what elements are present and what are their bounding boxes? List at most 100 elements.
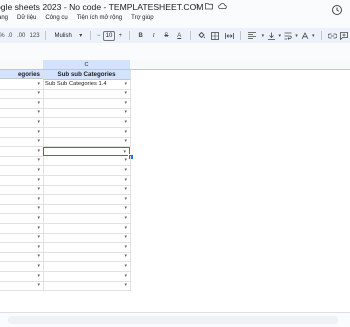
increase-decimal-button[interactable]: .00 xyxy=(15,29,28,42)
dropdown-arrow-icon[interactable]: ▾ xyxy=(37,272,40,281)
dropdown-arrow-icon[interactable]: ▾ xyxy=(124,272,127,281)
dropdown-cell-c[interactable]: ▾ xyxy=(43,137,131,148)
dropdown-arrow-icon[interactable]: ▾ xyxy=(37,147,40,156)
chevron-down-icon[interactable]: ▾ xyxy=(259,29,267,42)
dropdown-cell-b[interactable]: ▾ xyxy=(0,89,44,100)
dropdown-arrow-icon[interactable]: ▾ xyxy=(37,214,40,223)
font-family-select[interactable]: Mulish xyxy=(50,29,75,42)
dropdown-cell-c[interactable]: ▾ xyxy=(43,98,131,109)
dropdown-arrow-icon[interactable]: ▾ xyxy=(124,214,127,223)
chevron-down-icon[interactable]: ▾ xyxy=(76,29,86,42)
dropdown-arrow-icon[interactable]: ▾ xyxy=(124,128,127,137)
dropdown-cell-c[interactable]: ▾ xyxy=(43,223,131,234)
bold-button[interactable]: B xyxy=(134,29,147,42)
dropdown-cell-c[interactable]: ▾ xyxy=(43,108,131,119)
dropdown-cell-b[interactable]: ▾ xyxy=(0,79,44,90)
dropdown-arrow-icon[interactable]: ▾ xyxy=(124,243,127,252)
dropdown-cell-c[interactable]: ▾ xyxy=(43,185,131,196)
dropdown-arrow-icon[interactable]: ▾ xyxy=(37,80,40,89)
dropdown-arrow-icon[interactable]: ▾ xyxy=(37,224,40,233)
dropdown-cell-c[interactable]: ▾ xyxy=(43,156,131,167)
dropdown-cell-c[interactable]: ▾ xyxy=(43,146,130,156)
dropdown-arrow-icon[interactable]: ▾ xyxy=(124,281,127,290)
dropdown-cell-b[interactable]: ▾ xyxy=(0,146,44,157)
dropdown-arrow-icon[interactable]: ▾ xyxy=(37,281,40,290)
horizontal-scrollbar[interactable] xyxy=(8,316,338,324)
vertical-align-icon[interactable] xyxy=(267,29,276,42)
menu-item-help[interactable]: Trợ giúp xyxy=(131,15,153,25)
dropdown-cell-c[interactable]: ▾ xyxy=(43,194,131,205)
italic-button[interactable]: I xyxy=(147,29,160,42)
dropdown-cell-b[interactable]: ▾ xyxy=(0,166,44,176)
dropdown-cell-b[interactable]: ▾ xyxy=(0,204,44,215)
dropdown-arrow-icon[interactable]: ▾ xyxy=(37,185,40,194)
dropdown-cell-c[interactable]: ▾ xyxy=(43,252,131,263)
font-size-increase-button[interactable]: + xyxy=(115,29,125,42)
dropdown-arrow-icon[interactable]: ▾ xyxy=(37,166,40,175)
menu-item-data[interactable]: Dữ liệu xyxy=(17,15,36,25)
dropdown-cell-c[interactable]: ▾ xyxy=(43,204,131,215)
dropdown-arrow-icon[interactable]: ▾ xyxy=(37,99,40,108)
text-wrap-icon[interactable] xyxy=(284,29,293,42)
dropdown-arrow-icon[interactable]: ▾ xyxy=(124,185,127,194)
dropdown-cell-c[interactable]: ▾ xyxy=(43,118,131,128)
header-cell-categories[interactable]: egories xyxy=(0,70,43,79)
cloud-status-icon[interactable] xyxy=(218,2,227,12)
dropdown-cell-b[interactable]: ▾ xyxy=(0,262,44,272)
dropdown-arrow-icon[interactable]: ▾ xyxy=(124,233,127,242)
dropdown-cell-b[interactable]: ▾ xyxy=(0,108,44,119)
dropdown-arrow-icon[interactable]: ▾ xyxy=(124,99,127,108)
insert-link-icon[interactable] xyxy=(326,29,338,42)
chevron-down-icon[interactable]: ▾ xyxy=(276,29,284,42)
dropdown-cell-b[interactable]: ▾ xyxy=(0,137,44,148)
font-size-input[interactable]: 10 xyxy=(102,30,116,41)
header-cell-sub-sub-categories[interactable]: Sub sub Categories xyxy=(43,70,131,80)
dropdown-cell-b[interactable]: ▾ xyxy=(0,98,44,109)
column-header-c[interactable]: C xyxy=(43,60,131,70)
dropdown-cell-c[interactable]: ▾ xyxy=(43,166,131,176)
menu-item-format[interactable]: ạng xyxy=(0,15,8,25)
dropdown-arrow-icon[interactable]: ▾ xyxy=(37,156,40,165)
strikethrough-button[interactable]: S xyxy=(160,29,173,42)
dropdown-cell-c[interactable]: ▾ xyxy=(43,89,131,100)
move-folder-icon[interactable] xyxy=(205,2,214,12)
dropdown-arrow-icon[interactable]: ▾ xyxy=(37,128,40,137)
dropdown-arrow-icon[interactable]: ▾ xyxy=(124,252,127,261)
dropdown-arrow-icon[interactable]: ▾ xyxy=(37,176,40,185)
text-rotation-icon[interactable] xyxy=(300,29,309,42)
dropdown-cell-b[interactable]: ▾ xyxy=(0,271,44,282)
dropdown-cell-b[interactable]: ▾ xyxy=(0,127,44,138)
dropdown-cell-b[interactable]: ▾ xyxy=(0,118,44,128)
dropdown-cell-c[interactable]: ▾ xyxy=(43,214,131,224)
horizontal-align-icon[interactable] xyxy=(245,29,259,42)
dropdown-cell-c[interactable]: ▾ xyxy=(43,233,131,244)
dropdown-arrow-icon[interactable]: ▾ xyxy=(37,118,40,127)
dropdown-arrow-icon[interactable]: ▾ xyxy=(37,195,40,204)
dropdown-cell-c[interactable]: ▾ xyxy=(43,262,131,272)
dropdown-cell-b[interactable]: ▾ xyxy=(0,175,44,186)
dropdown-arrow-icon[interactable]: ▾ xyxy=(124,204,127,213)
number-format-button[interactable]: 123 xyxy=(28,29,42,42)
dropdown-arrow-icon[interactable]: ▾ xyxy=(37,108,40,117)
dropdown-arrow-icon[interactable]: ▾ xyxy=(37,89,40,98)
star-icon[interactable]: ☆ xyxy=(193,2,200,12)
dropdown-arrow-icon[interactable]: ▾ xyxy=(37,137,40,146)
dropdown-cell-b[interactable]: ▾ xyxy=(0,252,44,263)
dropdown-cell-c[interactable]: Sub Sub Categories 1.4 ▾ xyxy=(43,79,131,90)
chevron-down-icon[interactable]: ▾ xyxy=(309,29,317,42)
font-size-decrease-button[interactable]: − xyxy=(95,29,103,42)
merge-cells-icon[interactable] xyxy=(222,29,236,42)
chevron-down-icon[interactable]: ▾ xyxy=(293,29,301,42)
dropdown-arrow-icon[interactable]: ▾ xyxy=(37,204,40,213)
borders-icon[interactable] xyxy=(208,29,222,42)
dropdown-arrow-icon[interactable]: ▾ xyxy=(124,166,127,175)
history-icon[interactable] xyxy=(331,4,343,16)
dropdown-arrow-icon[interactable]: ▾ xyxy=(124,80,127,89)
dropdown-cell-c[interactable]: ▾ xyxy=(43,242,131,253)
dropdown-arrow-icon[interactable]: ▾ xyxy=(124,224,127,233)
dropdown-arrow-icon[interactable]: ▾ xyxy=(37,233,40,242)
dropdown-cell-b[interactable]: ▾ xyxy=(0,281,44,292)
fill-color-icon[interactable] xyxy=(195,29,209,42)
dropdown-cell-b[interactable]: ▾ xyxy=(0,194,44,205)
menu-item-tools[interactable]: Công cụ xyxy=(45,15,67,25)
